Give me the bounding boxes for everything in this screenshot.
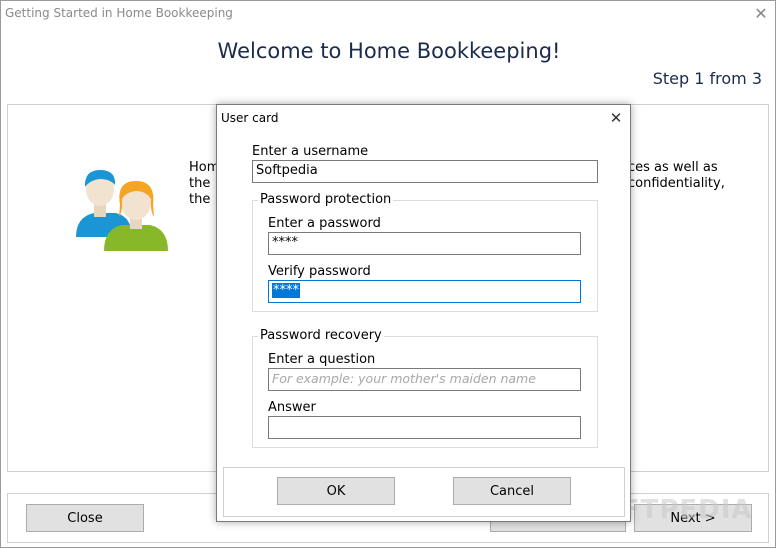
answer-input[interactable] bbox=[268, 416, 581, 439]
dialog-close-icon[interactable]: ✕ bbox=[605, 107, 627, 129]
cancel-button[interactable]: Cancel bbox=[453, 477, 571, 505]
window-close-icon[interactable]: ✕ bbox=[749, 3, 773, 25]
password-protection-label: Password protection bbox=[258, 192, 394, 207]
answer-label: Answer bbox=[268, 400, 316, 415]
welcome-heading: Welcome to Home Bookkeeping! bbox=[217, 39, 561, 63]
question-input[interactable]: For example: your mother's maiden name bbox=[268, 368, 581, 391]
intro-text-line-2: the bbox=[189, 176, 211, 191]
verify-password-value: **** bbox=[272, 283, 300, 298]
intro-text-line-3: the bbox=[189, 192, 211, 207]
password-recovery-label: Password recovery bbox=[258, 328, 384, 343]
verify-password-input[interactable]: **** bbox=[268, 280, 581, 303]
close-button[interactable]: Close bbox=[26, 504, 144, 532]
verify-password-label: Verify password bbox=[268, 264, 371, 279]
intro-text-right-1: ces as well as bbox=[628, 160, 718, 175]
user-card-dialog: User card ✕ Enter a username Softpedia P… bbox=[216, 104, 631, 522]
users-icon bbox=[76, 169, 168, 251]
username-input[interactable]: Softpedia bbox=[252, 160, 598, 183]
username-value: Softpedia bbox=[256, 163, 318, 178]
question-placeholder: For example: your mother's maiden name bbox=[272, 371, 536, 386]
step-indicator: Step 1 from 3 bbox=[652, 69, 762, 88]
password-value: **** bbox=[272, 235, 298, 250]
username-label: Enter a username bbox=[252, 144, 369, 159]
window-title: Getting Started in Home Bookkeeping bbox=[5, 6, 233, 20]
intro-text-right-2: confidentiality, bbox=[628, 176, 725, 191]
question-label: Enter a question bbox=[268, 352, 376, 367]
intro-text-line-1: Hom bbox=[189, 160, 220, 175]
dialog-title: User card bbox=[221, 111, 279, 125]
password-input[interactable]: **** bbox=[268, 232, 581, 255]
password-label: Enter a password bbox=[268, 216, 381, 231]
ok-button[interactable]: OK bbox=[277, 477, 395, 505]
